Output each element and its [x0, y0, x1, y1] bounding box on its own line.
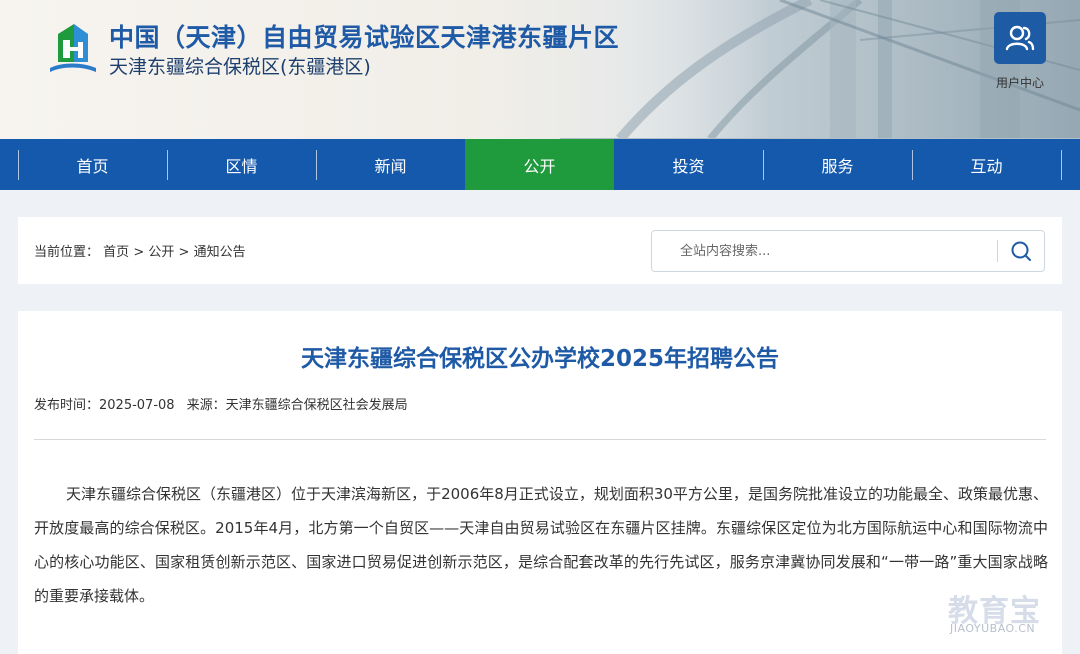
nav-item-region[interactable]: 区情 — [167, 139, 316, 190]
nav-item-invest[interactable]: 投资 — [614, 139, 763, 190]
nav-item-interact[interactable]: 互动 — [912, 139, 1061, 190]
breadcrumb-notices[interactable]: 通知公告 — [194, 245, 246, 260]
site-header: 中国（天津）自由贸易试验区天津港东疆片区 天津东疆综合保税区(东疆港区) 用户中… — [0, 0, 1080, 139]
source-value: 天津东疆综合保税区社会发展局 — [225, 398, 408, 413]
breadcrumb: 当前位置： 首页 > 公开 > 通知公告 — [34, 241, 246, 260]
breadcrumb-prefix: 当前位置： — [34, 245, 100, 260]
publish-label: 发布时间： — [34, 398, 100, 413]
breadcrumb-separator: > — [133, 245, 145, 260]
breadcrumb-bar: 当前位置： 首页 > 公开 > 通知公告 — [18, 217, 1062, 284]
nav-item-home[interactable]: 首页 — [18, 139, 167, 190]
nav-item-service[interactable]: 服务 — [763, 139, 912, 190]
article-title: 天津东疆综合保税区公办学校2025年招聘公告 — [300, 346, 779, 372]
watermark: 教育宝 JIAOYUBAO.CN — [938, 586, 1068, 646]
search-icon — [1011, 241, 1031, 261]
nav-divider — [1061, 150, 1062, 180]
site-search — [651, 230, 1045, 272]
user-center-button[interactable] — [994, 12, 1046, 64]
article-meta: 发布时间：2025-07-08 来源：天津东疆综合保税区社会发展局 — [34, 394, 408, 413]
search-divider — [997, 240, 998, 262]
search-input[interactable] — [664, 231, 994, 271]
article-panel: 天津东疆综合保税区公办学校2025年招聘公告 发布时间：2025-07-08 来源… — [18, 311, 1062, 654]
nav-item-news[interactable]: 新闻 — [316, 139, 465, 190]
user-center-label[interactable]: 用户中心 — [980, 74, 1060, 91]
site-subtitle: 天津东疆综合保税区(东疆港区) — [109, 56, 371, 78]
breadcrumb-separator: > — [178, 245, 190, 260]
main-nav: 首页 区情 新闻 公开 投资 服务 互动 — [0, 139, 1080, 190]
article-paragraph: 天津东疆综合保税区（东疆港区）位于天津滨海新区，于2006年8月正式设立，规划面… — [34, 485, 1048, 605]
publish-date: 2025-07-08 — [99, 398, 175, 413]
breadcrumb-public[interactable]: 公开 — [148, 245, 174, 260]
site-title: 中国（天津）自由贸易试验区天津港东疆片区 — [109, 23, 620, 52]
users-icon — [1005, 25, 1035, 51]
article-divider — [34, 439, 1046, 440]
site-logo — [50, 24, 96, 72]
search-button[interactable] — [1004, 235, 1038, 267]
nav-item-public[interactable]: 公开 — [465, 139, 614, 190]
breadcrumb-home[interactable]: 首页 — [103, 245, 129, 260]
watermark-url: JIAOYUBAO.CN — [950, 622, 1036, 635]
source-label: 来源： — [186, 398, 226, 413]
